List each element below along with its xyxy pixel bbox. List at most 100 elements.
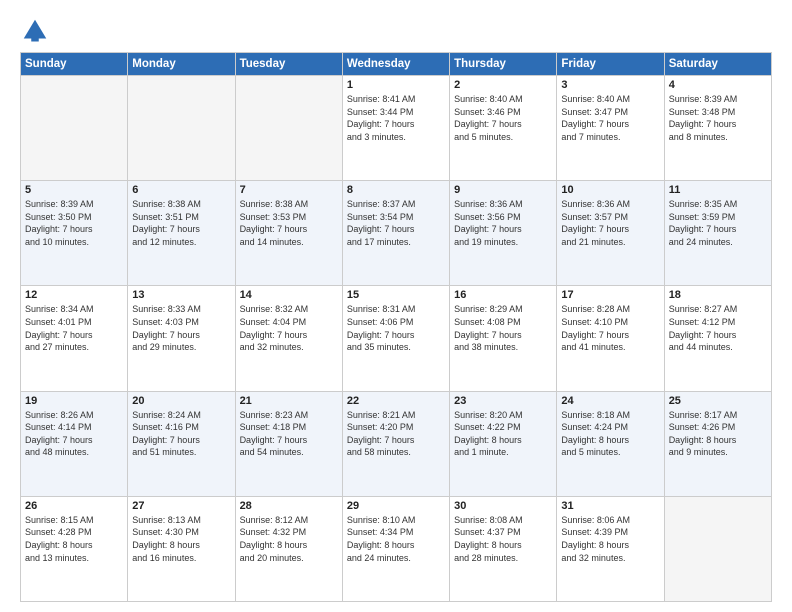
day-info: Sunrise: 8:35 AM Sunset: 3:59 PM Dayligh… xyxy=(669,198,767,248)
table-row: 3 Sunrise: 8:40 AM Sunset: 3:47 PM Daylig… xyxy=(557,76,664,181)
day-info: Sunrise: 8:29 AM Sunset: 4:08 PM Dayligh… xyxy=(454,303,552,353)
day-number: 17 xyxy=(561,289,659,301)
header-friday: Friday xyxy=(557,53,664,76)
day-number: 7 xyxy=(240,184,338,196)
day-info: Sunrise: 8:10 AM Sunset: 4:34 PM Dayligh… xyxy=(347,514,445,564)
calendar-week-row: 19 Sunrise: 8:26 AM Sunset: 4:14 PM Dayli… xyxy=(21,391,772,496)
table-row: 14Sunrise: 8:32 AM Sunset: 4:04 PM Dayli… xyxy=(235,286,342,391)
day-number: 14 xyxy=(240,289,338,301)
table-row: 11 Sunrise: 8:35 AM Sunset: 3:59 PM Dayli… xyxy=(664,181,771,286)
day-info: Sunrise: 8:21 AM Sunset: 4:20 PM Dayligh… xyxy=(347,409,445,459)
day-number: 2 xyxy=(454,79,552,91)
day-info: Sunrise: 8:33 AM Sunset: 4:03 PM Dayligh… xyxy=(132,303,230,353)
weekday-header-row: Sunday Monday Tuesday Wednesday Thursday… xyxy=(21,53,772,76)
table-row xyxy=(128,76,235,181)
table-row: 27 Sunrise: 8:13 AM Sunset: 4:30 PM Dayli… xyxy=(128,496,235,601)
day-info: Sunrise: 8:31 AM Sunset: 4:06 PM Dayligh… xyxy=(347,303,445,353)
day-number: 13 xyxy=(132,289,230,301)
day-number: 19 xyxy=(25,395,123,407)
day-number: 27 xyxy=(132,500,230,512)
table-row: 26Sunrise: 8:15 AM Sunset: 4:28 PM Dayli… xyxy=(21,496,128,601)
table-row: 5 Sunrise: 8:39 AM Sunset: 3:50 PM Daylig… xyxy=(21,181,128,286)
day-info: Sunrise: 8:40 AM Sunset: 3:47 PM Dayligh… xyxy=(561,93,659,143)
day-number: 9 xyxy=(454,184,552,196)
header-sunday: Sunday xyxy=(21,53,128,76)
day-info: Sunrise: 8:28 AM Sunset: 4:10 PM Dayligh… xyxy=(561,303,659,353)
header-wednesday: Wednesday xyxy=(342,53,449,76)
table-row xyxy=(664,496,771,601)
table-row: 6 Sunrise: 8:38 AM Sunset: 3:51 PM Daylig… xyxy=(128,181,235,286)
day-info: Sunrise: 8:38 AM Sunset: 3:51 PM Dayligh… xyxy=(132,198,230,248)
day-number: 3 xyxy=(561,79,659,91)
logo xyxy=(20,16,54,46)
day-number: 20 xyxy=(132,395,230,407)
table-row: 2 Sunrise: 8:40 AM Sunset: 3:46 PM Daylig… xyxy=(450,76,557,181)
table-row: 17 Sunrise: 8:28 AM Sunset: 4:10 PM Dayli… xyxy=(557,286,664,391)
day-number: 6 xyxy=(132,184,230,196)
calendar-week-row: 26Sunrise: 8:15 AM Sunset: 4:28 PM Dayli… xyxy=(21,496,772,601)
day-info: Sunrise: 8:27 AM Sunset: 4:12 PM Dayligh… xyxy=(669,303,767,353)
day-info: Sunrise: 8:13 AM Sunset: 4:30 PM Dayligh… xyxy=(132,514,230,564)
table-row: 13 Sunrise: 8:33 AM Sunset: 4:03 PM Dayli… xyxy=(128,286,235,391)
day-info: Sunrise: 8:39 AM Sunset: 3:50 PM Dayligh… xyxy=(25,198,123,248)
day-number: 25 xyxy=(669,395,767,407)
day-info: Sunrise: 8:06 AM Sunset: 4:39 PM Dayligh… xyxy=(561,514,659,564)
header-tuesday: Tuesday xyxy=(235,53,342,76)
table-row: 23 Sunrise: 8:20 AM Sunset: 4:22 PM Dayli… xyxy=(450,391,557,496)
calendar-week-row: 12Sunrise: 8:34 AM Sunset: 4:01 PM Dayli… xyxy=(21,286,772,391)
day-info: Sunrise: 8:18 AM Sunset: 4:24 PM Dayligh… xyxy=(561,409,659,459)
day-number: 11 xyxy=(669,184,767,196)
table-row: 20 Sunrise: 8:24 AM Sunset: 4:16 PM Dayli… xyxy=(128,391,235,496)
day-number: 26 xyxy=(25,500,123,512)
day-number: 31 xyxy=(561,500,659,512)
day-info: Sunrise: 8:26 AM Sunset: 4:14 PM Dayligh… xyxy=(25,409,123,459)
day-info: Sunrise: 8:37 AM Sunset: 3:54 PM Dayligh… xyxy=(347,198,445,248)
header-saturday: Saturday xyxy=(664,53,771,76)
day-number: 15 xyxy=(347,289,445,301)
day-number: 4 xyxy=(669,79,767,91)
table-row: 1 Sunrise: 8:41 AM Sunset: 3:44 PM Daylig… xyxy=(342,76,449,181)
table-row: 7Sunrise: 8:38 AM Sunset: 3:53 PM Daylig… xyxy=(235,181,342,286)
day-number: 24 xyxy=(561,395,659,407)
header xyxy=(20,16,772,46)
table-row: 9Sunrise: 8:36 AM Sunset: 3:56 PM Daylig… xyxy=(450,181,557,286)
day-number: 22 xyxy=(347,395,445,407)
day-info: Sunrise: 8:41 AM Sunset: 3:44 PM Dayligh… xyxy=(347,93,445,143)
table-row: 30 Sunrise: 8:08 AM Sunset: 4:37 PM Dayli… xyxy=(450,496,557,601)
day-number: 28 xyxy=(240,500,338,512)
table-row: 16Sunrise: 8:29 AM Sunset: 4:08 PM Dayli… xyxy=(450,286,557,391)
page: Sunday Monday Tuesday Wednesday Thursday… xyxy=(0,0,792,612)
day-info: Sunrise: 8:08 AM Sunset: 4:37 PM Dayligh… xyxy=(454,514,552,564)
day-number: 1 xyxy=(347,79,445,91)
day-info: Sunrise: 8:17 AM Sunset: 4:26 PM Dayligh… xyxy=(669,409,767,459)
logo-icon xyxy=(20,16,50,46)
day-number: 29 xyxy=(347,500,445,512)
day-number: 10 xyxy=(561,184,659,196)
day-info: Sunrise: 8:24 AM Sunset: 4:16 PM Dayligh… xyxy=(132,409,230,459)
day-info: Sunrise: 8:23 AM Sunset: 4:18 PM Dayligh… xyxy=(240,409,338,459)
day-number: 30 xyxy=(454,500,552,512)
table-row: 22 Sunrise: 8:21 AM Sunset: 4:20 PM Dayli… xyxy=(342,391,449,496)
day-info: Sunrise: 8:39 AM Sunset: 3:48 PM Dayligh… xyxy=(669,93,767,143)
table-row: 29 Sunrise: 8:10 AM Sunset: 4:34 PM Dayli… xyxy=(342,496,449,601)
table-row: 8 Sunrise: 8:37 AM Sunset: 3:54 PM Daylig… xyxy=(342,181,449,286)
day-info: Sunrise: 8:40 AM Sunset: 3:46 PM Dayligh… xyxy=(454,93,552,143)
day-number: 23 xyxy=(454,395,552,407)
day-number: 5 xyxy=(25,184,123,196)
table-row: 31 Sunrise: 8:06 AM Sunset: 4:39 PM Dayli… xyxy=(557,496,664,601)
header-thursday: Thursday xyxy=(450,53,557,76)
table-row: 25 Sunrise: 8:17 AM Sunset: 4:26 PM Dayli… xyxy=(664,391,771,496)
table-row: 18Sunrise: 8:27 AM Sunset: 4:12 PM Dayli… xyxy=(664,286,771,391)
table-row: 24 Sunrise: 8:18 AM Sunset: 4:24 PM Dayli… xyxy=(557,391,664,496)
calendar-week-row: 1 Sunrise: 8:41 AM Sunset: 3:44 PM Daylig… xyxy=(21,76,772,181)
day-info: Sunrise: 8:20 AM Sunset: 4:22 PM Dayligh… xyxy=(454,409,552,459)
table-row: 12Sunrise: 8:34 AM Sunset: 4:01 PM Dayli… xyxy=(21,286,128,391)
day-number: 12 xyxy=(25,289,123,301)
table-row xyxy=(235,76,342,181)
header-monday: Monday xyxy=(128,53,235,76)
table-row: 10 Sunrise: 8:36 AM Sunset: 3:57 PM Dayli… xyxy=(557,181,664,286)
day-number: 8 xyxy=(347,184,445,196)
day-info: Sunrise: 8:36 AM Sunset: 3:57 PM Dayligh… xyxy=(561,198,659,248)
table-row: 15 Sunrise: 8:31 AM Sunset: 4:06 PM Dayli… xyxy=(342,286,449,391)
table-row: 19 Sunrise: 8:26 AM Sunset: 4:14 PM Dayli… xyxy=(21,391,128,496)
